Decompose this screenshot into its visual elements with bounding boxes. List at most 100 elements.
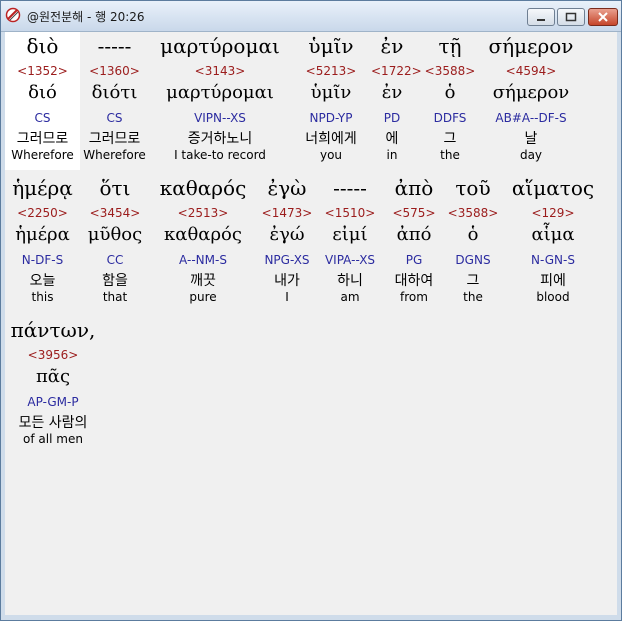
korean-gloss: 증거하노니	[187, 131, 253, 147]
title-bar[interactable]: @원전분해 - 행 20:26	[1, 1, 621, 32]
strong-number[interactable]: <1722>	[371, 64, 422, 78]
word-cell[interactable]: σήμερον <4594> σήμερον AB#A--DF-S 날 day	[481, 32, 581, 170]
lemma: ἡμέρα	[15, 224, 70, 245]
lemma: μαρτύρομαι	[166, 82, 274, 103]
english-gloss: this	[31, 290, 54, 304]
english-gloss: day	[519, 148, 543, 162]
strong-number[interactable]: <4594>	[481, 64, 581, 78]
morphology-code: VIPN--XS	[194, 111, 246, 125]
close-button[interactable]	[588, 8, 618, 26]
english-gloss: of all men	[23, 432, 83, 446]
word-cell[interactable]: ἐν <1722> ἐν PD 에 in	[371, 32, 422, 170]
strong-number[interactable]: <1352>	[5, 64, 80, 78]
strong-number[interactable]: <3588>	[446, 206, 500, 220]
minimize-button[interactable]	[527, 8, 555, 26]
english-gloss: am	[340, 290, 360, 304]
korean-gloss: 그	[443, 131, 457, 147]
word-cell[interactable]: ἡμέρᾳ <2250> ἡμέρα N-DF-S 오늘 this	[5, 174, 80, 312]
strong-number[interactable]: <575>	[382, 206, 446, 220]
word-cell[interactable]: αἵματος <129> αἷμα N-GN-S 피에 blood	[500, 174, 606, 312]
english-gloss: you	[319, 148, 343, 162]
word-cell[interactable]: ----- <1510> εἰμί VIPA--XS 하니 am	[318, 174, 382, 312]
greek-word: διὸ	[26, 34, 59, 58]
greek-word: τοῦ	[455, 176, 491, 200]
greek-word: τῇ	[438, 34, 462, 58]
strong-number[interactable]: <3143>	[149, 64, 291, 78]
word-cell[interactable]: ἐγὼ <1473> ἐγώ NPG-XS 내가 I	[256, 174, 318, 312]
greek-word: ὅτι	[99, 176, 131, 200]
word-cell[interactable]: τῇ <3588> ὁ DDFS 그 the	[419, 32, 481, 170]
korean-gloss: 그	[466, 273, 480, 289]
greek-word: ἐν	[380, 34, 404, 58]
word-cell[interactable]: μαρτύρομαι <3143> μαρτύρομαι VIPN--XS 증거…	[149, 32, 291, 170]
word-cell[interactable]: ὑμῖν <5213> ὑμῖν NPD-YP 너희에게 you	[291, 32, 371, 170]
strong-number[interactable]: <3454>	[80, 206, 150, 220]
korean-gloss: 내가	[274, 273, 300, 289]
korean-gloss: 날	[524, 131, 538, 147]
strong-number[interactable]: <3956>	[5, 348, 101, 362]
lemma: διότι	[91, 82, 138, 103]
korean-gloss: 에	[385, 131, 399, 147]
korean-gloss: 모든 사람의	[18, 415, 88, 431]
strong-number[interactable]: <129>	[500, 206, 606, 220]
korean-gloss: 하니	[337, 273, 363, 289]
lemma: ὁ	[444, 82, 456, 103]
greek-word: σήμερον	[488, 34, 574, 58]
strong-number[interactable]: <1510>	[318, 206, 382, 220]
lemma: αἷμα	[531, 224, 575, 245]
morphology-code: DDFS	[433, 111, 467, 125]
app-window: @원전분해 - 행 20:26 διὸ <1352> διό CS 그러므로 W…	[0, 0, 622, 621]
korean-gloss: 깨끗	[190, 273, 216, 289]
korean-gloss: 피에	[540, 273, 566, 289]
english-gloss: in	[386, 148, 398, 162]
word-cell[interactable]: ὅτι <3454> μῦθος CC 함을 that	[80, 174, 150, 312]
strong-number[interactable]: <2513>	[150, 206, 256, 220]
morphology-code: AB#A--DF-S	[495, 111, 567, 125]
korean-gloss: 함을	[102, 273, 128, 289]
english-gloss: Wherefore	[83, 148, 146, 162]
word-analysis-panel: διὸ <1352> διό CS 그러므로 Wherefore ----- <…	[5, 32, 617, 615]
english-gloss: blood	[536, 290, 570, 304]
strong-number[interactable]: <5213>	[291, 64, 371, 78]
lemma: ἐν	[381, 82, 403, 103]
greek-word: ἡμέρᾳ	[12, 176, 73, 200]
english-gloss: pure	[189, 290, 217, 304]
korean-gloss: 너희에게	[305, 131, 357, 147]
lemma: εἰμί	[332, 224, 368, 245]
greek-word: καθαρός	[159, 176, 247, 200]
greek-word: ἐγὼ	[267, 176, 307, 200]
greek-word: -----	[333, 176, 367, 200]
word-cell[interactable]: τοῦ <3588> ὁ DGNS 그 the	[446, 174, 500, 312]
english-gloss: from	[400, 290, 428, 304]
word-cell[interactable]: καθαρός <2513> καθαρός A--NM-S 깨끗 pure	[150, 174, 256, 312]
strong-number[interactable]: <3588>	[419, 64, 481, 78]
greek-word: ὑμῖν	[308, 34, 354, 58]
app-icon[interactable]	[5, 7, 21, 23]
morphology-code: CC	[106, 253, 124, 267]
korean-gloss: 그러므로	[88, 131, 141, 147]
morphology-code: NPG-XS	[264, 253, 310, 267]
lemma: ἐγώ	[269, 224, 305, 245]
word-cell[interactable]: διὸ <1352> διό CS 그러므로 Wherefore	[5, 32, 80, 170]
morphology-code: N-GN-S	[531, 253, 575, 267]
strong-number[interactable]: <1473>	[256, 206, 318, 220]
morphology-code: CS	[34, 111, 51, 125]
morphology-code: CS	[106, 111, 123, 125]
word-cell[interactable]: πάντων, <3956> πᾶς AP-GM-P 모든 사람의 of all…	[5, 316, 101, 454]
morphology-code: N-DF-S	[21, 253, 64, 267]
window-title: @원전분해 - 행 20:26	[27, 10, 145, 24]
english-gloss: the	[463, 290, 483, 304]
english-gloss: Wherefore	[11, 148, 74, 162]
english-gloss: the	[440, 148, 460, 162]
english-gloss: I take-to record	[174, 148, 266, 162]
word-cell[interactable]: ----- <1360> διότι CS 그러므로 Wherefore	[80, 32, 149, 170]
morphology-code: DGNS	[455, 253, 491, 267]
morphology-code: NPD-YP	[309, 111, 353, 125]
strong-number[interactable]: <2250>	[5, 206, 80, 220]
lemma: ὁ	[467, 224, 479, 245]
word-cell[interactable]: ἀπὸ <575> ἀπό PG 대하여 from	[382, 174, 446, 312]
strong-number[interactable]: <1360>	[80, 64, 149, 78]
korean-gloss: 오늘	[29, 273, 56, 289]
lemma: καθαρός	[164, 224, 242, 245]
maximize-button[interactable]	[557, 8, 585, 26]
